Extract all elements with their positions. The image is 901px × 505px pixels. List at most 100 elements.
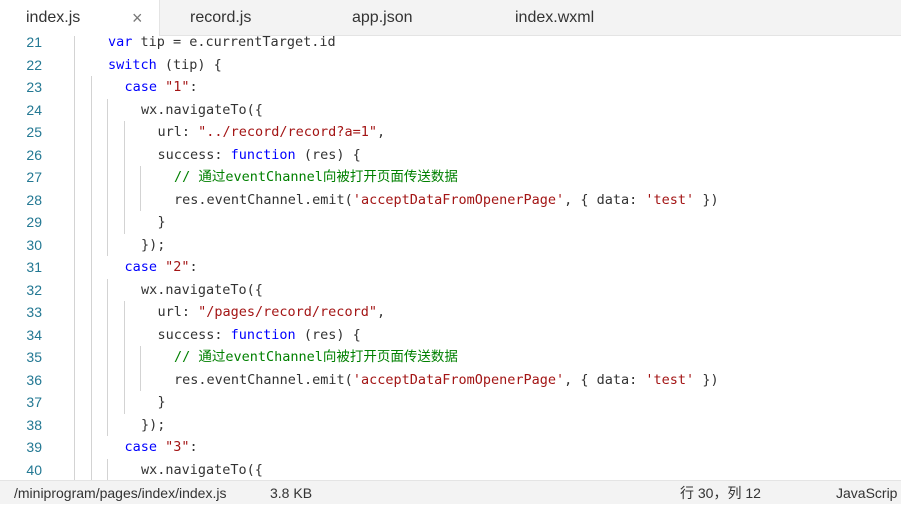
tab-app-json[interactable]: app.json [326, 0, 476, 36]
code-token: } [157, 394, 166, 410]
code-token: url: [157, 304, 199, 320]
code-text: var tip = e.currentTarget.id [108, 36, 336, 54]
code-line[interactable]: 37} [0, 391, 901, 414]
code-line[interactable]: 21 var tip = e.currentTarget.id [0, 36, 901, 54]
tab-index-js[interactable]: index.js × [0, 0, 160, 37]
code-token: }); [141, 236, 166, 253]
code-line[interactable]: 33 url: "/pages/record/record", [0, 301, 901, 324]
indent-guide [107, 323, 108, 346]
indent-guide [123, 211, 125, 234]
code-line[interactable]: 29} [0, 211, 901, 234]
code-line[interactable]: 23 case "1": [0, 76, 901, 99]
code-text: url: "../record/record?a=1", [158, 121, 386, 144]
code-line[interactable]: 36 res.eventChannel.emit('acceptDataFromO… [0, 368, 901, 391]
code-text: case "3": [125, 436, 198, 459]
code-line[interactable]: 24 wx.navigateTo({ [0, 98, 901, 121]
code-token: success: [157, 326, 231, 343]
code-line[interactable]: 25 url: "../record/record?a=1", [0, 121, 901, 144]
indent-guide [74, 76, 75, 99]
indent-guide [90, 323, 92, 346]
code-token: 'acceptDataFromOpenerPage' [352, 371, 565, 388]
line-number: 24 [26, 101, 42, 118]
code-line[interactable]: 34 success: function (res) { [0, 323, 901, 347]
indent-guide [140, 188, 141, 211]
indent-guide [74, 233, 75, 256]
code-line[interactable]: 26 success: function (res) { [0, 143, 901, 166]
code-token: "3" [165, 439, 190, 455]
code-text: // 通过eventChannel向被打开页面传送数据 [174, 346, 458, 369]
indent-guide [123, 301, 125, 324]
code-line[interactable]: 28 res.eventChannel.emit('acceptDataFromO… [0, 188, 901, 211]
line-number: 40 [26, 461, 42, 478]
code-line[interactable]: 40 wx.navigateTo({ [0, 458, 901, 480]
indent-guide [90, 346, 92, 369]
code-token: wx.navigateTo({ [141, 461, 263, 478]
code-token: }) [694, 371, 719, 388]
indent-guide [140, 346, 141, 369]
indent-guide [90, 188, 92, 211]
line-number: 30 [26, 236, 42, 253]
code-token: url: [157, 124, 199, 140]
indent-guide [74, 53, 75, 76]
indent-guide [74, 188, 75, 211]
line-number: 21 [26, 36, 42, 50]
code-line[interactable]: 22 switch (tip) { [0, 53, 901, 77]
code-token: , { data: [564, 371, 646, 388]
code-line[interactable]: 35 // 通过eventChannel向被打开页面传送数据 [0, 346, 901, 369]
code-text: // 通过eventChannel向被打开页面传送数据 [174, 166, 458, 189]
code-token: : [189, 79, 198, 95]
code-line[interactable]: 38}); [0, 413, 901, 436]
indent-guide [90, 166, 92, 189]
code-line[interactable]: 32 wx.navigateTo({ [0, 278, 901, 301]
code-token: switch [108, 56, 157, 73]
line-number: 37 [26, 394, 42, 410]
indent-guide [107, 211, 108, 234]
code-token: } [157, 214, 166, 230]
code-text: } [158, 211, 166, 234]
code-token: : [189, 439, 198, 455]
code-text: success: function (res) { [158, 324, 361, 347]
indent-guide [74, 436, 75, 459]
line-number: 34 [26, 326, 42, 343]
editor-tab-bar: index.js × record.js app.json index.wxml [0, 0, 901, 37]
code-line[interactable]: 31 case "2": [0, 256, 901, 279]
language-mode[interactable]: JavaScrip [836, 481, 897, 505]
code-text: }); [141, 234, 165, 257]
indent-guide [74, 368, 75, 391]
tab-record-js[interactable]: record.js [164, 0, 314, 36]
indent-guide [74, 391, 75, 414]
code-editor[interactable]: 21 var tip = e.currentTarget.id 22 switch (… [0, 36, 901, 480]
code-token: res.eventChannel.emit( [174, 371, 353, 388]
code-token: "/pages/record/record" [198, 304, 377, 320]
code-token: "1" [165, 79, 190, 95]
code-token: }); [141, 416, 166, 433]
indent-guide [90, 458, 92, 480]
indent-guide [90, 211, 92, 234]
indent-guide [123, 346, 125, 369]
indent-guide [123, 143, 125, 166]
code-token: : [189, 259, 198, 275]
line-number: 27 [26, 169, 42, 185]
indent-guide [123, 188, 125, 211]
indent-guide [74, 166, 75, 189]
code-line[interactable]: 39 case "3": [0, 436, 901, 459]
code-token: }) [694, 191, 719, 208]
cursor-position[interactable]: 行 30，列 12 [680, 481, 761, 505]
tab-index-wxml[interactable]: index.wxml [489, 0, 649, 36]
code-text: case "1": [125, 76, 198, 99]
indent-guide [74, 121, 75, 144]
tab-label: app.json [352, 9, 413, 26]
indent-guide [74, 278, 75, 301]
indent-guide [74, 301, 75, 324]
line-number: 39 [26, 439, 42, 455]
code-line[interactable]: 30}); [0, 233, 901, 257]
code-line[interactable]: 27 // 通过eventChannel向被打开页面传送数据 [0, 166, 901, 189]
close-icon[interactable]: × [132, 0, 143, 36]
line-number: 26 [26, 146, 42, 163]
code-text: switch (tip) { [108, 54, 222, 77]
line-number: 33 [26, 304, 42, 320]
code-token: (res) { [295, 146, 361, 163]
indent-guide [90, 301, 92, 324]
line-number: 29 [26, 214, 42, 230]
code-token: res.eventChannel.emit( [174, 191, 353, 208]
